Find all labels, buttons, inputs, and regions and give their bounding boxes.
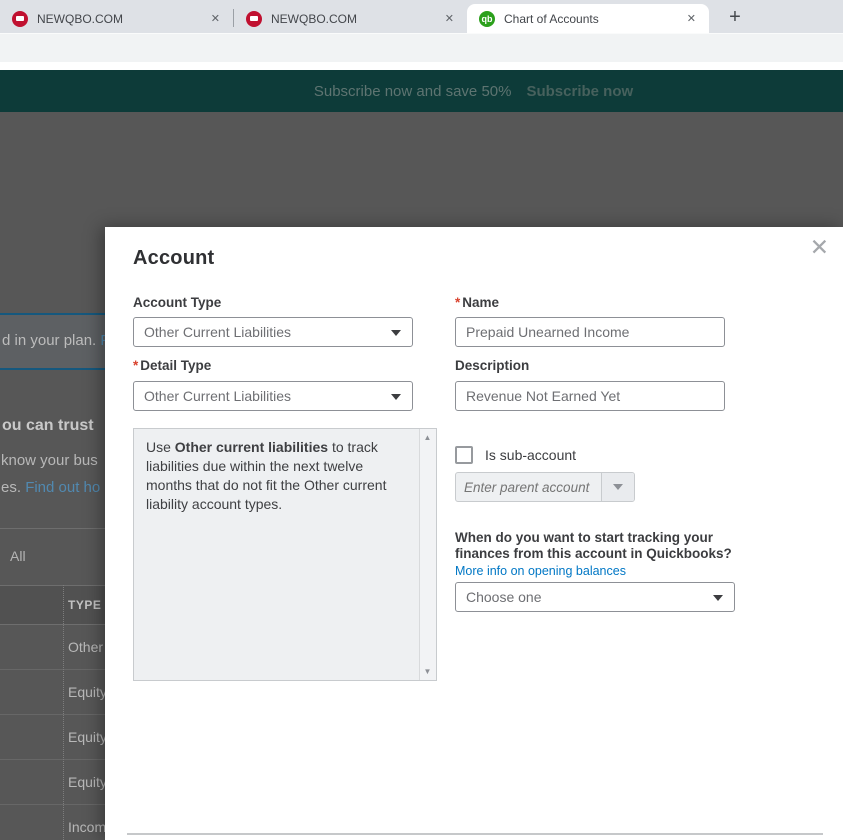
dim-divider (0, 528, 120, 529)
type-cell: Other (68, 639, 104, 655)
dim-trust-line: know your bus (1, 452, 98, 469)
type-cell: Equity (68, 774, 107, 790)
type-cell: Equity (68, 729, 107, 745)
chevron-down-icon (391, 394, 401, 400)
required-marker: * (133, 358, 139, 373)
browser-tab-chart-of-accounts[interactable]: qb Chart of Accounts ✕ (467, 4, 709, 33)
dim-filter-all[interactable]: All (10, 548, 26, 564)
tracking-date-select[interactable]: Choose one (455, 582, 735, 612)
table-header-row: TYPE (0, 585, 120, 625)
plan-text-fragment: d in your plan. (2, 332, 101, 349)
detail-type-info-box: Use Other current liabilities to track l… (133, 428, 437, 681)
browser-tab-bar: NEWQBO.COM ✕ NEWQBO.COM ✕ qb Chart of Ac… (0, 0, 843, 33)
type-column-header: TYPE (68, 598, 102, 612)
detail-type-label: * Detail Type (133, 358, 211, 373)
parent-account-combo (455, 472, 635, 502)
table-column-divider (63, 585, 64, 840)
description-input[interactable] (455, 381, 725, 411)
info-text-prefix: Use (146, 439, 175, 455)
new-tab-button[interactable]: + (721, 3, 749, 31)
account-type-value: Other Current Liabilities (144, 324, 292, 340)
browser-tab-newqbo-2[interactable]: NEWQBO.COM ✕ (234, 4, 467, 33)
browser-tab-newqbo-1[interactable]: NEWQBO.COM ✕ (0, 4, 233, 33)
subscribe-banner: Subscribe now and save 50% Subscribe now (0, 70, 843, 112)
scroll-up-icon[interactable]: ▲ (420, 433, 435, 442)
trust-line2-text: es. (1, 479, 26, 496)
required-marker: * (455, 295, 461, 310)
dim-trust-line2: es. Find out ho (1, 479, 100, 496)
qb-glyph: qb (481, 13, 493, 24)
name-label: * Name (455, 295, 499, 310)
tab-close-icon[interactable]: ✕ (440, 10, 459, 27)
newqbo-favicon-icon (12, 10, 28, 27)
find-out-how-link[interactable]: Find out ho (25, 479, 100, 496)
table-row[interactable]: Equity (0, 715, 120, 760)
type-cell: Equity (68, 684, 107, 700)
scrollbar[interactable]: ▲ ▼ (419, 429, 436, 680)
name-label-text: Name (462, 295, 500, 310)
account-modal: Account ✕ Account Type * Name Other Curre… (105, 227, 843, 840)
toolbar-gap (0, 62, 843, 70)
parent-account-dropdown-icon[interactable] (601, 473, 634, 501)
scroll-down-icon[interactable]: ▼ (420, 667, 435, 676)
dim-plan-text: d in your plan. F (2, 332, 110, 349)
tracking-select-value: Choose one (466, 589, 542, 605)
parent-account-input[interactable] (456, 473, 601, 501)
tab-title: NEWQBO.COM (271, 11, 357, 26)
is-sub-account-checkbox[interactable] (455, 446, 473, 464)
subscribe-now-link[interactable]: Subscribe now (526, 83, 633, 100)
opening-balances-link[interactable]: More info on opening balances (455, 564, 626, 578)
chevron-down-icon (391, 330, 401, 336)
banner-message: Subscribe now and save 50% (313, 82, 512, 100)
newqbo-favicon-icon (246, 10, 262, 27)
dim-trust-heading: ou can trust (2, 417, 94, 434)
tab-close-icon[interactable]: ✕ (206, 10, 225, 27)
tab-close-icon[interactable]: ✕ (682, 10, 701, 27)
quickbooks-favicon-icon: qb (479, 10, 495, 27)
table-row[interactable]: Other (0, 625, 120, 670)
info-text-bold: Other current liabilities (174, 439, 329, 455)
modal-footer-divider (127, 833, 823, 835)
detail-type-label-text: Detail Type (140, 358, 212, 373)
tracking-question: When do you want to start tracking your … (455, 530, 732, 561)
dim-accounts-table: TYPE Other Equity Equity Equity Income (0, 585, 120, 840)
browser-toolbar (0, 33, 843, 62)
table-row[interactable]: Equity (0, 760, 120, 805)
screen: NEWQBO.COM ✕ NEWQBO.COM ✕ qb Chart of Ac… (0, 0, 843, 840)
description-label-text: Description (455, 358, 530, 373)
description-label: Description (455, 358, 529, 373)
account-type-label: Account Type (133, 295, 221, 310)
account-type-select[interactable]: Other Current Liabilities (133, 317, 413, 347)
is-sub-account-label: Is sub-account (485, 447, 577, 463)
account-type-label-text: Account Type (133, 295, 222, 310)
modal-title: Account (133, 247, 215, 269)
name-input[interactable] (455, 317, 725, 347)
detail-type-select[interactable]: Other Current Liabilities (133, 381, 413, 411)
dim-blue-rule-bottom (0, 368, 120, 370)
detail-type-value: Other Current Liabilities (144, 388, 292, 404)
close-icon[interactable]: ✕ (810, 229, 829, 265)
sub-account-row: Is sub-account (455, 446, 576, 464)
tab-title: NEWQBO.COM (37, 11, 123, 26)
chevron-down-icon (713, 595, 723, 601)
tab-title: Chart of Accounts (504, 11, 599, 26)
table-row[interactable]: Equity (0, 670, 120, 715)
table-row[interactable]: Income (0, 805, 120, 840)
detail-type-info-text: Use Other current liabilities to track l… (146, 438, 410, 514)
